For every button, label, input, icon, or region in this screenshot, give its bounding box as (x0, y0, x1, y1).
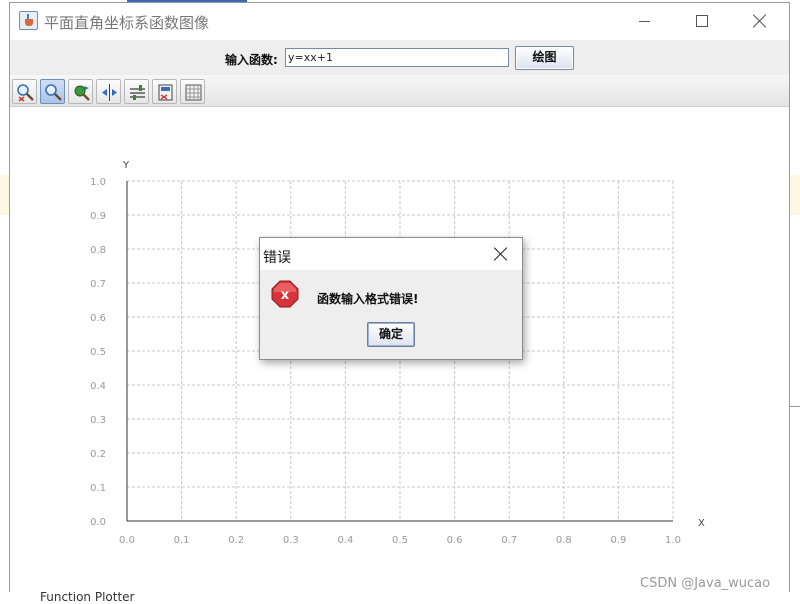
ok-button[interactable]: 确定 (367, 322, 415, 347)
y-tick-label: 0.4 (90, 381, 106, 392)
watermark: CSDN @Java_wucao (640, 576, 771, 591)
grid-button[interactable] (180, 79, 205, 104)
x-tick-label: 0.8 (556, 535, 572, 546)
close-icon (494, 247, 508, 261)
function-input-bar: 输入函数: 绘图 (10, 40, 789, 75)
dialog-message: 函数输入格式错误! (317, 292, 419, 306)
y-tick-label: 0.6 (90, 313, 106, 324)
y-tick-label: 0.1 (90, 483, 106, 494)
close-button[interactable] (737, 3, 783, 40)
dialog-title: 错误 (263, 250, 291, 266)
x-tick-label: 0.9 (610, 535, 626, 546)
pan-button[interactable] (68, 79, 93, 104)
chart-toolbar (10, 75, 789, 107)
axis-settings-icon (130, 85, 145, 100)
save-button[interactable] (152, 79, 177, 104)
error-dialog: 错误 x 函数输入格式错误! 确定 (259, 237, 523, 360)
close-icon (753, 14, 767, 28)
x-tick-label: 0.6 (447, 535, 463, 546)
x-tick-label: 0.3 (283, 535, 299, 546)
x-tick-label: 0.2 (228, 535, 244, 546)
maximize-button[interactable] (679, 3, 725, 40)
title-bar[interactable]: 平面直角坐标系函数图像 (10, 3, 789, 40)
x-tick-label: 0.7 (501, 535, 517, 546)
x-tick-label: 0.0 (119, 535, 135, 546)
plot-button[interactable]: 绘图 (515, 46, 574, 70)
function-input[interactable] (285, 48, 509, 67)
minimize-button[interactable] (622, 3, 668, 40)
zoom-icon (45, 84, 62, 101)
y-tick-label: 0.7 (90, 279, 106, 290)
error-icon: x (271, 280, 299, 308)
y-tick-label: 0.9 (90, 211, 106, 222)
background-text: Function Plotter (40, 590, 135, 604)
y-tick-label: 0.2 (90, 449, 106, 460)
zoom-reset-button[interactable] (12, 79, 37, 104)
zoom-reset-icon (17, 84, 34, 102)
axis-settings-button[interactable] (124, 79, 149, 104)
dialog-close-button[interactable] (486, 244, 516, 266)
dialog-title-bar[interactable]: 错误 (260, 238, 522, 270)
grid-icon (185, 84, 202, 101)
y-tick-label: 0.5 (90, 347, 106, 358)
fit-button[interactable] (96, 79, 121, 104)
x-tick-label: 0.1 (174, 535, 190, 546)
save-icon (158, 84, 173, 101)
svg-text:x: x (281, 288, 290, 303)
y-tick-label: 1.0 (90, 177, 106, 188)
y-tick-label: 0.3 (90, 415, 106, 426)
window-title: 平面直角坐标系函数图像 (44, 14, 210, 32)
y-tick-label: 0.0 (90, 517, 106, 528)
x-tick-label: 1.0 (665, 535, 681, 546)
fit-icon (102, 84, 117, 101)
zoom-button[interactable] (40, 79, 65, 104)
function-input-label: 输入函数: (225, 53, 278, 67)
background-divider (790, 406, 800, 407)
x-tick-label: 0.4 (337, 535, 353, 546)
y-tick-label: 0.8 (90, 245, 106, 256)
java-app-icon (19, 11, 38, 30)
pan-icon (74, 85, 90, 101)
x-axis-label: X (698, 518, 705, 529)
x-tick-label: 0.5 (392, 535, 408, 546)
y-axis-label: Y (122, 160, 130, 171)
